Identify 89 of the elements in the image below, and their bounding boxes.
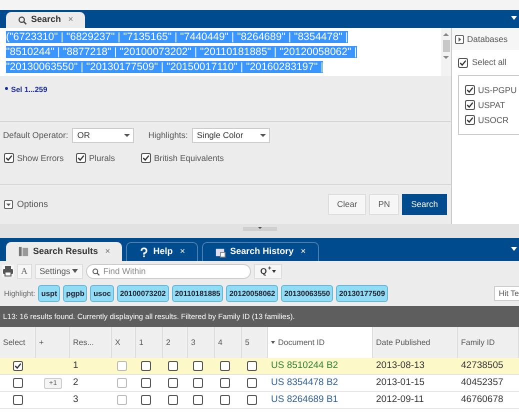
table-cell-text: 46760678 — [461, 392, 504, 407]
close-icon[interactable]: × — [105, 244, 110, 258]
checked-checkbox[interactable] — [76, 153, 86, 164]
checkbox[interactable] — [193, 378, 203, 388]
checked-checkbox[interactable] — [465, 100, 475, 110]
search-button[interactable]: Search — [402, 194, 447, 215]
history-icon — [215, 246, 226, 258]
field-label: Highlights: — [148, 129, 188, 142]
table-cell-text: 2 — [73, 376, 78, 390]
table-cell-text: 42738505 — [461, 358, 504, 373]
results-tab[interactable]: Help × — [126, 242, 198, 261]
checkbox[interactable] — [193, 361, 203, 371]
checked-checkbox[interactable] — [13, 361, 23, 371]
checkbox[interactable] — [168, 361, 178, 371]
checkbox[interactable] — [13, 395, 23, 405]
tab-label: Search Results — [33, 244, 98, 258]
sort-icon — [271, 341, 275, 344]
checkbox-label: British Equivalents — [154, 152, 224, 165]
checkbox[interactable] — [117, 378, 127, 388]
checkbox-label: US-PGPU — [478, 84, 517, 97]
options-label[interactable]: Options — [17, 198, 48, 212]
checkbox-label: Select all — [472, 56, 506, 69]
document-link[interactable]: US 8354478 B2 — [271, 376, 338, 390]
query-field[interactable] — [0, 28, 451, 76]
tab-label: Search History — [230, 245, 294, 258]
tab-label: Search — [31, 13, 62, 26]
column-header[interactable]: Document ID — [268, 327, 373, 358]
toggle-icon[interactable] — [455, 34, 464, 44]
checkbox-label: Show Errors — [17, 152, 64, 165]
checkbox[interactable] — [117, 395, 127, 405]
checkbox[interactable] — [247, 395, 257, 405]
checked-checkbox[interactable] — [458, 58, 468, 68]
font-size-button[interactable]: A — [17, 264, 32, 278]
table-cell-text: 2012-09-11 — [376, 392, 424, 407]
table-cell-text: 2013-08-13 — [376, 358, 425, 373]
find-field[interactable]: Find Within — [86, 264, 252, 278]
checkbox[interactable] — [168, 378, 178, 388]
checkbox[interactable] — [220, 395, 230, 405]
dropdown-icon[interactable] — [511, 247, 517, 251]
expand-icon[interactable] — [4, 200, 13, 209]
checked-checkbox[interactable] — [4, 153, 14, 164]
hit-terms-button[interactable]: Hit Te — [494, 286, 519, 301]
search-icon — [92, 268, 100, 276]
settings-dropdown[interactable]: Settings — [34, 264, 84, 278]
close-icon[interactable]: × — [180, 245, 186, 259]
checkbox-label: Plurals — [89, 152, 115, 165]
checkbox[interactable] — [141, 361, 151, 371]
checkbox[interactable] — [141, 395, 151, 405]
highlights-dropdown[interactable]: Single Color — [192, 128, 270, 143]
field-label: Default Operator: — [3, 129, 68, 142]
pages-icon — [18, 246, 29, 257]
dropdown-icon[interactable] — [511, 16, 517, 20]
close-icon[interactable]: × — [300, 245, 306, 259]
table-cell-text: 2013-01-15 — [376, 376, 425, 390]
results-tab[interactable]: Search History × — [202, 242, 319, 261]
checkbox[interactable] — [247, 378, 257, 388]
table-cell-text: 1 — [73, 358, 78, 373]
operator-dropdown[interactable]: OR — [72, 128, 134, 143]
checkbox[interactable] — [168, 395, 178, 405]
checkbox[interactable] — [117, 361, 127, 371]
help-icon — [139, 246, 150, 258]
table-row[interactable]: 1 US 8510244 B2 2013-08-13 42738505 — [0, 358, 519, 375]
table-cell-text: 3 — [73, 392, 78, 407]
close-icon[interactable]: × — [68, 13, 74, 27]
bullet-icon — [5, 87, 8, 90]
table-row[interactable]: 3 US 8264689 B1 2012-09-11 46760678 — [0, 392, 519, 409]
panel-title: Databases — [467, 32, 508, 46]
checkbox-label: USOCR — [478, 114, 509, 126]
print-icon[interactable] — [2, 265, 14, 277]
action-button[interactable]: Clear — [328, 194, 366, 215]
checked-checkbox[interactable] — [141, 153, 151, 164]
checkbox[interactable] — [220, 378, 230, 388]
search-icon — [18, 16, 27, 24]
checkbox[interactable] — [13, 378, 23, 388]
search-tab[interactable]: Search × — [6, 12, 86, 28]
checkbox[interactable] — [247, 361, 257, 371]
checkbox-label: USPAT — [478, 98, 506, 112]
table-cell-text: 40452357 — [461, 376, 504, 390]
results-tab[interactable]: Search Results × — [6, 242, 122, 261]
action-button[interactable]: PN — [369, 194, 400, 215]
checked-checkbox[interactable] — [465, 114, 475, 125]
checkbox[interactable] — [220, 361, 230, 371]
checkbox[interactable] — [141, 378, 151, 388]
document-link[interactable]: US 8264689 B1 — [271, 392, 338, 408]
checkbox[interactable] — [193, 395, 203, 405]
tab-label: Help — [153, 245, 173, 258]
document-link[interactable]: US 8510244 B2 — [271, 358, 338, 374]
checked-checkbox[interactable] — [465, 85, 475, 96]
scrollbar[interactable] — [441, 28, 451, 76]
